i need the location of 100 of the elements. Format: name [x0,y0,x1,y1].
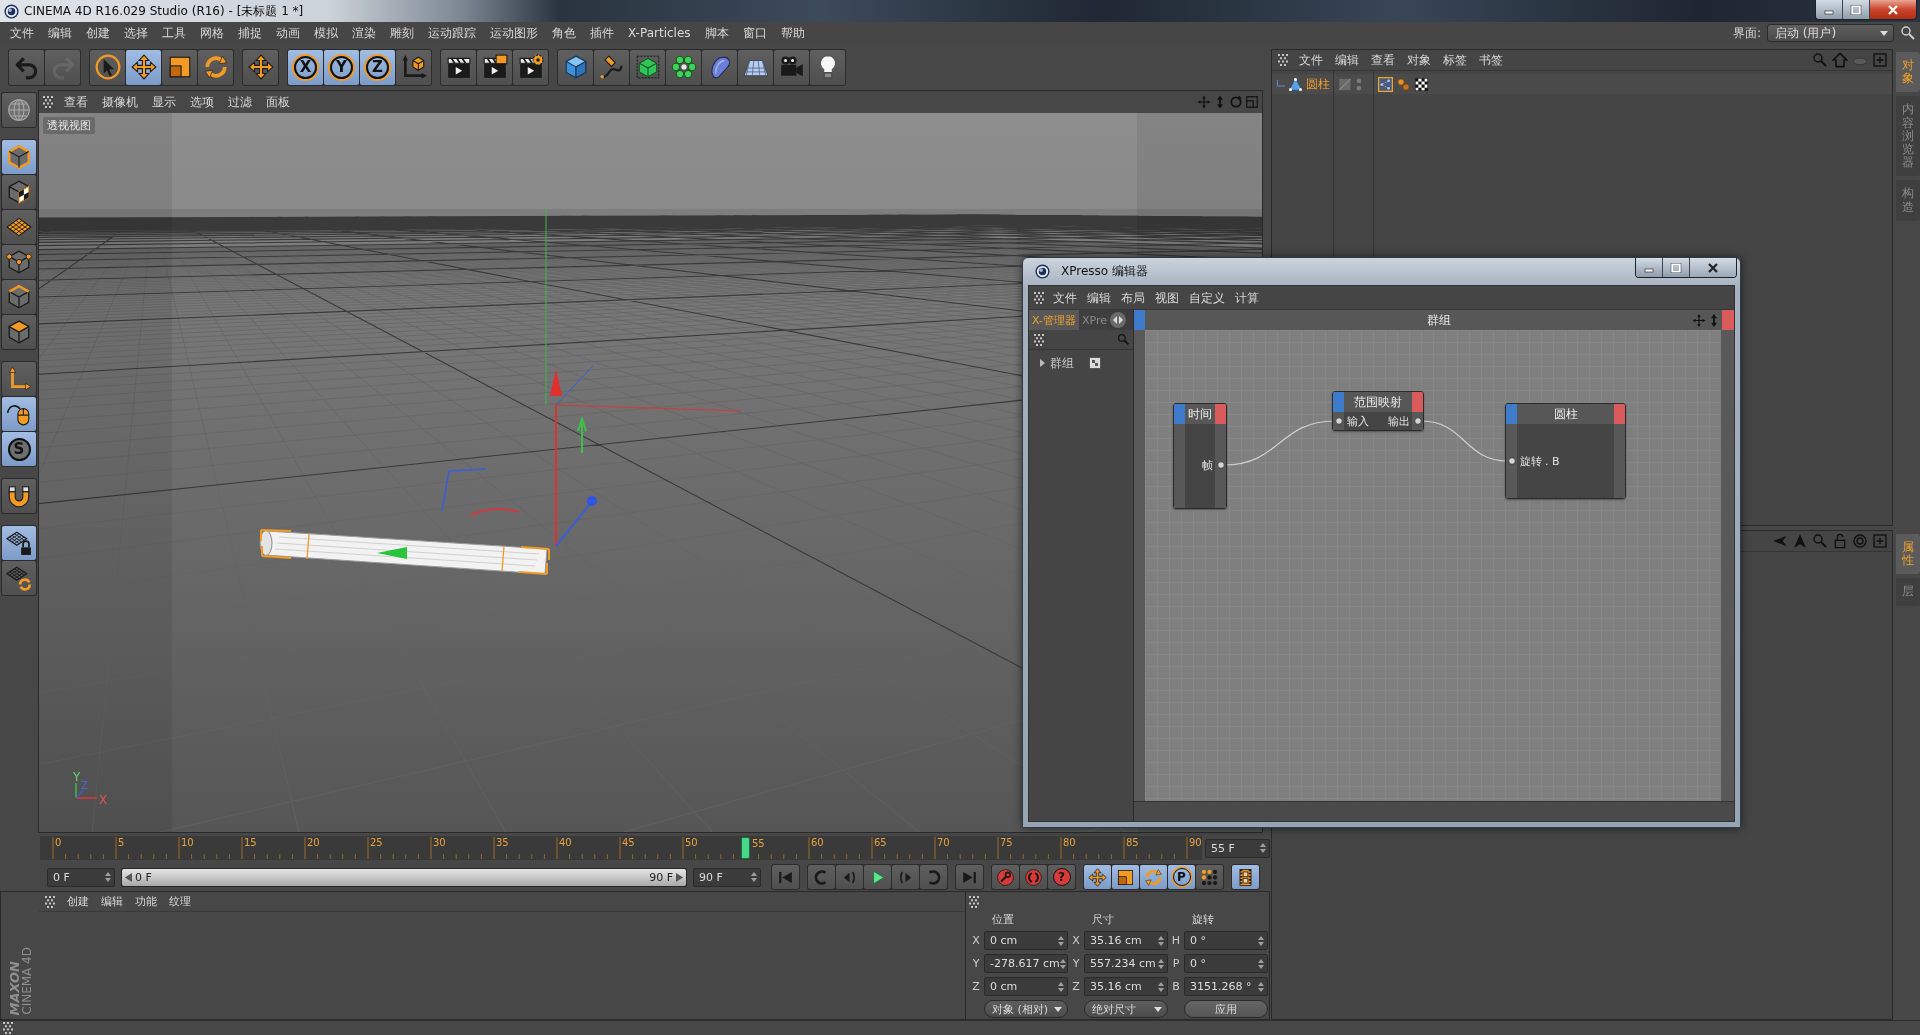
undo-button[interactable] [9,49,44,85]
menu-item[interactable]: 编辑 [1082,287,1116,308]
menu-item[interactable]: 运动跟踪 [421,23,483,43]
axis-lock-button[interactable]: X [288,49,323,85]
cross-arrows-icon[interactable] [1692,312,1706,328]
frame-range-slider[interactable]: 0 F 90 F [121,867,687,887]
coordinate-field[interactable]: 0 ° [1184,931,1268,950]
menu-item[interactable]: 功能 [129,891,163,912]
port-dot-icon[interactable] [1334,417,1343,425]
layout-dropdown[interactable]: 启动 (用户) [1767,24,1894,42]
next-key-button[interactable] [920,865,947,889]
rotate-tool-button[interactable] [198,49,233,85]
two-dots-icon[interactable] [1356,76,1362,92]
edges-mode-button[interactable] [2,280,36,314]
spinner-arrows-icon[interactable] [751,872,757,882]
menu-item[interactable]: 编辑 [41,23,79,43]
spinner-arrows-icon[interactable] [1260,843,1266,853]
menu-item[interactable]: 显示 [145,92,183,112]
select-tool-button[interactable] [90,49,125,85]
menu-item[interactable]: 工具 [155,23,193,43]
coordinate-field[interactable]: 0 cm [984,977,1068,996]
globe-button[interactable] [2,93,36,127]
coordinate-field[interactable]: -278.617 cm [984,954,1068,973]
axis-mode-button[interactable] [2,362,36,396]
pen-tool-button[interactable] [594,49,629,85]
xpresso-node[interactable]: 范围映射 输入 输出 [1332,391,1424,431]
close-button[interactable] [1690,258,1736,277]
next-frame-button[interactable] [892,865,919,889]
deformer-button[interactable] [702,49,737,85]
transform-gizmo[interactable] [441,208,741,547]
search-icon[interactable] [1900,25,1916,41]
port-dot-icon[interactable] [1507,457,1516,465]
render-picture-button[interactable] [477,49,512,85]
axis-lock-button[interactable]: Z [360,49,395,85]
spinner-arrows-icon[interactable] [1058,981,1064,992]
minimize-button[interactable] [1816,0,1843,19]
light-button[interactable] [810,49,845,85]
coordinate-field[interactable]: 0 ° [1184,954,1268,973]
spinner-arrows-icon[interactable] [1258,958,1264,969]
menu-item[interactable]: 插件 [583,23,621,43]
tree-item-label[interactable]: 群组 [1050,354,1074,372]
node-graph-icon[interactable] [1378,76,1393,92]
menu-item[interactable]: 文件 [3,23,41,43]
menu-item[interactable]: 创建 [79,23,117,43]
snap-rotate-button[interactable] [2,561,36,595]
coordinate-field[interactable]: 35.16 cm [1084,977,1168,996]
size-dropdown[interactable]: 绝对尺寸 [1084,1000,1168,1018]
menu-item[interactable]: 文件 [1293,50,1329,70]
cylinder-object[interactable] [259,529,550,575]
menu-item[interactable]: 面板 [259,92,297,112]
coordinate-field[interactable]: 0 cm [984,931,1068,950]
menu-item[interactable]: 布局 [1116,287,1150,308]
node-canvas[interactable]: 时间 帧 范围映射 输入 输出 圆柱 旋转 . B [1145,330,1721,801]
play-button[interactable] [864,865,891,889]
coordinate-system-button[interactable] [396,49,431,85]
polygons-mode-button[interactable] [2,315,36,349]
menu-item[interactable]: 渲染 [345,23,383,43]
maximize-button[interactable] [1843,0,1870,19]
xpresso-node[interactable]: 时间 帧 [1173,403,1227,509]
xpresso-node[interactable]: 圆柱 旋转 . B [1505,403,1626,499]
port-dot-icon[interactable] [1413,417,1422,425]
menu-item[interactable]: 编辑 [1329,50,1365,70]
snap-lock-button[interactable] [2,526,36,560]
menu-item[interactable]: 文件 [1048,287,1082,308]
previous-frame-button[interactable] [836,865,863,889]
minimize-button[interactable] [1636,258,1663,277]
panel-tab[interactable]: X-管理器 [1029,310,1079,330]
menu-item[interactable]: 书签 [1473,50,1509,70]
menu-item[interactable]: 对象 [1401,50,1437,70]
end-frame-field[interactable]: 90 F [693,867,761,887]
texture-mode-button[interactable] [2,175,36,209]
tab-scroll-button[interactable] [1110,312,1126,328]
menu-item[interactable]: 窗口 [735,23,774,43]
go-to-end-button[interactable] [956,865,983,889]
maximize-button[interactable] [1663,258,1690,277]
coordinate-field[interactable]: 557.234 cm [1084,954,1168,973]
menu-item[interactable]: 创建 [61,891,95,912]
menu-item[interactable]: 标签 [1437,50,1473,70]
close-button[interactable] [1870,0,1916,19]
playhead-marker[interactable] [741,837,751,859]
expand-arrow-icon[interactable] [1037,358,1047,368]
checker-icon[interactable] [1414,76,1429,92]
spinner-arrows-icon[interactable] [1158,935,1164,946]
menu-item[interactable]: 脚本 [697,23,736,43]
magnet-button[interactable] [2,479,36,513]
apply-button[interactable]: 应用 [1184,1000,1268,1018]
menu-item[interactable]: 自定义 [1184,287,1230,308]
menu-item[interactable]: 动画 [269,23,307,43]
render-view-button[interactable] [441,49,476,85]
menu-item[interactable]: X-Particles [621,23,698,43]
spinner-arrows-icon[interactable] [1158,981,1164,992]
input-port-button[interactable] [1506,404,1517,424]
record-point-level-button[interactable] [1196,865,1223,889]
input-port-button[interactable] [1174,404,1185,424]
menu-item[interactable]: 计算 [1230,287,1264,308]
current-frame-field[interactable]: 55 F [1205,838,1270,858]
input-port-button[interactable] [1134,310,1145,330]
record-button[interactable] [992,865,1019,889]
subdivision-button[interactable] [630,49,665,85]
cube-object-button[interactable] [558,49,593,85]
